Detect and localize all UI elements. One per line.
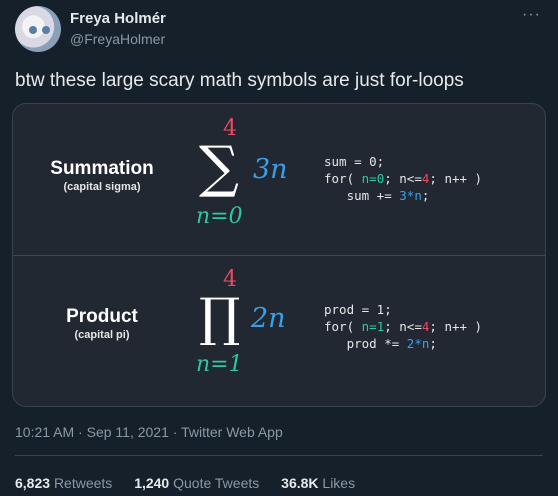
code-line: prod = 1; xyxy=(324,302,392,317)
avatar[interactable] xyxy=(15,6,61,52)
product-lower-limit: n=1 xyxy=(196,352,243,377)
code-token: n=0 xyxy=(361,171,385,186)
summation-code: sum = 0; for( n=0; n<=4; n++ ) sum += 3*… xyxy=(324,153,482,204)
likes-label: Likes xyxy=(322,475,356,491)
code-token: ; n<= xyxy=(384,171,422,186)
tweet-time[interactable]: 10:21 AM xyxy=(15,424,74,440)
summation-subtitle: (capital sigma) xyxy=(63,181,141,193)
more-icon[interactable]: ··· xyxy=(522,6,541,24)
author-handle[interactable]: @FreyaHolmer xyxy=(70,31,165,47)
code-line: sum = 0; xyxy=(324,154,385,169)
author-name[interactable]: Freya Holmér xyxy=(70,10,166,27)
code-token: prod *= xyxy=(324,336,407,351)
code-token: sum += xyxy=(324,188,400,203)
summation-title: Summation xyxy=(50,158,154,179)
tweet-image[interactable]: Summation (capital sigma) 4 ∑ 3n n=0 sum… xyxy=(12,103,546,407)
code-token: n=1 xyxy=(361,319,385,334)
avatar-eye-right xyxy=(42,26,50,34)
quote-tweets-stat[interactable]: 1,240 Quote Tweets xyxy=(134,475,259,491)
tweet-text: btw these large scary math symbols are j… xyxy=(15,70,464,91)
retweets-label: Retweets xyxy=(53,475,113,491)
code-token: 2*n xyxy=(406,336,430,351)
divider xyxy=(15,455,543,456)
quote-tweets-count: 1,240 xyxy=(134,475,170,491)
code-token: for( xyxy=(324,319,362,334)
tweet-header: Freya Holmér @FreyaHolmer ··· xyxy=(15,4,545,54)
separator-dot: · xyxy=(78,424,83,440)
product-term: 2n xyxy=(251,303,286,334)
code-token: ; n<= xyxy=(384,319,422,334)
code-token: ; n++ ) xyxy=(429,171,483,186)
summation-lower-limit: n=0 xyxy=(196,204,243,229)
code-token: 3*n xyxy=(399,188,422,203)
code-token: ; n++ ) xyxy=(429,319,483,334)
separator-dot: · xyxy=(172,424,178,440)
likes-stat[interactable]: 36.8K Likes xyxy=(281,475,355,491)
summation-term: 3n xyxy=(253,154,288,185)
pi-icon: ∏ xyxy=(199,288,241,348)
retweets-stat[interactable]: 6,823 Retweets xyxy=(15,475,112,491)
sigma-icon: ∑ xyxy=(199,135,239,200)
tweet-source[interactable]: Twitter Web App xyxy=(181,424,283,440)
tweet-date[interactable]: Sep 11, 2021 xyxy=(87,424,169,440)
product-subtitle: (capital pi) xyxy=(74,329,130,341)
product-title: Product xyxy=(66,306,138,327)
code-token: for( xyxy=(324,171,362,186)
code-token: ; xyxy=(429,336,437,351)
product-code: prod = 1; for( n=1; n<=4; n++ ) prod *= … xyxy=(324,301,482,352)
summation-panel: Summation (capital sigma) 4 ∑ 3n n=0 sum… xyxy=(13,104,545,254)
product-panel: Product (capital pi) 4 ∏ 2n n=1 prod = 1… xyxy=(13,256,545,406)
tweet-timestamp: 10:21 AM · Sep 11, 2021 · Twitter Web Ap… xyxy=(15,424,283,440)
likes-count: 36.8K xyxy=(281,475,319,491)
tweet-stats: 6,823 Retweets 1,240 Quote Tweets 36.8K … xyxy=(15,475,373,491)
quote-tweets-label: Quote Tweets xyxy=(173,475,260,491)
code-token: ; xyxy=(421,188,430,203)
avatar-eye-left xyxy=(29,26,37,34)
retweets-count: 6,823 xyxy=(15,475,51,491)
